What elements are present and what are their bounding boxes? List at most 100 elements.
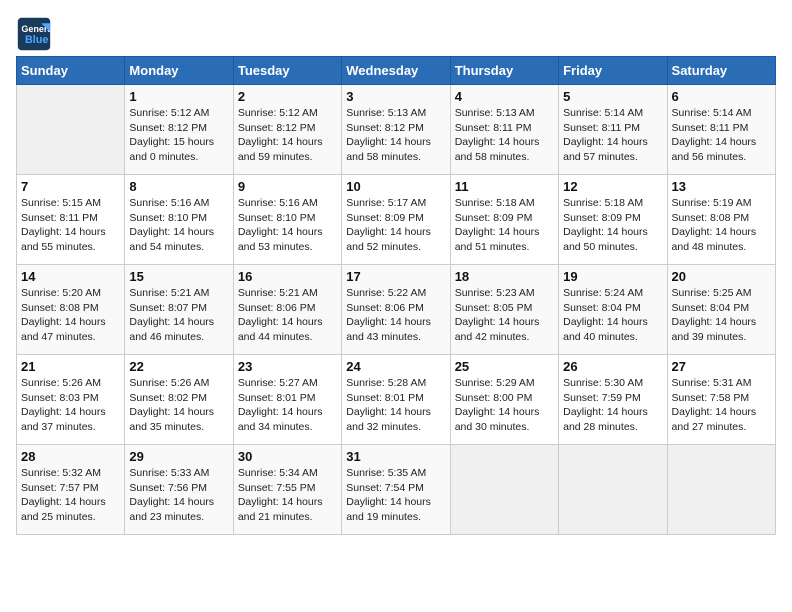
calendar-cell: 26Sunrise: 5:30 AMSunset: 7:59 PMDayligh… — [559, 355, 667, 445]
calendar-cell: 23 Sunrise: 5:27 AMSunset: 8:01 PMDayligh… — [233, 355, 341, 445]
calendar-cell: 9 Sunrise: 5:16 AMSunset: 8:10 PMDaylight… — [233, 175, 341, 265]
calendar-cell: 11 Sunrise: 5:18 AMSunset: 8:09 PMDayligh… — [450, 175, 558, 265]
day-info: Sunrise: 5:18 AMSunset: 8:09 PMDaylight:… — [455, 196, 554, 255]
day-number: 25 — [455, 359, 554, 374]
day-info: Sunrise: 5:12 AMSunset: 8:12 PMDaylight:… — [129, 106, 228, 165]
calendar-cell: 5Sunrise: 5:14 AMSunset: 8:11 PMDaylight… — [559, 85, 667, 175]
col-header-friday: Friday — [559, 57, 667, 85]
col-header-wednesday: Wednesday — [342, 57, 450, 85]
day-number: 13 — [672, 179, 771, 194]
calendar-cell: 18 Sunrise: 5:23 AMSunset: 8:05 PMDayligh… — [450, 265, 558, 355]
day-number: 23 — [238, 359, 337, 374]
calendar-week-3: 21 Sunrise: 5:26 AMSunset: 8:03 PMDayligh… — [17, 355, 776, 445]
calendar-cell: 1 Sunrise: 5:12 AMSunset: 8:12 PMDaylight… — [125, 85, 233, 175]
day-number: 8 — [129, 179, 228, 194]
day-info: Sunrise: 5:29 AMSunset: 8:00 PMDaylight:… — [455, 376, 554, 435]
day-number: 16 — [238, 269, 337, 284]
day-number: 30 — [238, 449, 337, 464]
calendar-cell: 30 Sunrise: 5:34 AMSunset: 7:55 PMDayligh… — [233, 445, 341, 535]
day-info: Sunrise: 5:30 AMSunset: 7:59 PMDaylight:… — [563, 376, 662, 435]
calendar-cell — [559, 445, 667, 535]
calendar-cell — [450, 445, 558, 535]
day-info: Sunrise: 5:23 AMSunset: 8:05 PMDaylight:… — [455, 286, 554, 345]
day-number: 6 — [672, 89, 771, 104]
col-header-sunday: Sunday — [17, 57, 125, 85]
day-info: Sunrise: 5:26 AMSunset: 8:03 PMDaylight:… — [21, 376, 120, 435]
calendar-cell: 13 Sunrise: 5:19 AMSunset: 8:08 PMDayligh… — [667, 175, 775, 265]
day-number: 24 — [346, 359, 445, 374]
calendar-cell: 31 Sunrise: 5:35 AMSunset: 7:54 PMDayligh… — [342, 445, 450, 535]
calendar-cell: 12 Sunrise: 5:18 AMSunset: 8:09 PMDayligh… — [559, 175, 667, 265]
day-number: 19 — [563, 269, 662, 284]
day-number: 17 — [346, 269, 445, 284]
day-info: Sunrise: 5:24 AMSunset: 8:04 PMDaylight:… — [563, 286, 662, 345]
day-info: Sunrise: 5:19 AMSunset: 8:08 PMDaylight:… — [672, 196, 771, 255]
calendar-cell: 19 Sunrise: 5:24 AMSunset: 8:04 PMDayligh… — [559, 265, 667, 355]
day-number: 2 — [238, 89, 337, 104]
day-number: 31 — [346, 449, 445, 464]
calendar-cell: 15 Sunrise: 5:21 AMSunset: 8:07 PMDayligh… — [125, 265, 233, 355]
col-header-tuesday: Tuesday — [233, 57, 341, 85]
calendar-cell — [17, 85, 125, 175]
day-info: Sunrise: 5:33 AMSunset: 7:56 PMDaylight:… — [129, 466, 228, 525]
day-number: 9 — [238, 179, 337, 194]
calendar-cell: 27 Sunrise: 5:31 AMSunset: 7:58 PMDayligh… — [667, 355, 775, 445]
day-number: 7 — [21, 179, 120, 194]
day-number: 28 — [21, 449, 120, 464]
day-number: 3 — [346, 89, 445, 104]
day-info: Sunrise: 5:13 AMSunset: 8:11 PMDaylight:… — [455, 106, 554, 165]
calendar-cell: 8 Sunrise: 5:16 AMSunset: 8:10 PMDaylight… — [125, 175, 233, 265]
day-info: Sunrise: 5:34 AMSunset: 7:55 PMDaylight:… — [238, 466, 337, 525]
calendar-cell: 17Sunrise: 5:22 AMSunset: 8:06 PMDayligh… — [342, 265, 450, 355]
calendar-cell: 22Sunrise: 5:26 AMSunset: 8:02 PMDayligh… — [125, 355, 233, 445]
calendar-table: SundayMondayTuesdayWednesdayThursdayFrid… — [16, 56, 776, 535]
page-header: General Blue — [16, 16, 776, 52]
day-number: 27 — [672, 359, 771, 374]
calendar-week-2: 14 Sunrise: 5:20 AMSunset: 8:08 PMDayligh… — [17, 265, 776, 355]
day-number: 12 — [563, 179, 662, 194]
day-info: Sunrise: 5:28 AMSunset: 8:01 PMDaylight:… — [346, 376, 445, 435]
col-header-monday: Monday — [125, 57, 233, 85]
col-header-saturday: Saturday — [667, 57, 775, 85]
day-info: Sunrise: 5:12 AMSunset: 8:12 PMDaylight:… — [238, 106, 337, 165]
day-info: Sunrise: 5:16 AMSunset: 8:10 PMDaylight:… — [129, 196, 228, 255]
calendar-week-4: 28 Sunrise: 5:32 AMSunset: 7:57 PMDayligh… — [17, 445, 776, 535]
day-number: 4 — [455, 89, 554, 104]
day-info: Sunrise: 5:18 AMSunset: 8:09 PMDaylight:… — [563, 196, 662, 255]
day-info: Sunrise: 5:14 AMSunset: 8:11 PMDaylight:… — [563, 106, 662, 165]
calendar-cell: 29Sunrise: 5:33 AMSunset: 7:56 PMDayligh… — [125, 445, 233, 535]
svg-text:Blue: Blue — [25, 34, 48, 46]
day-info: Sunrise: 5:15 AMSunset: 8:11 PMDaylight:… — [21, 196, 120, 255]
day-info: Sunrise: 5:27 AMSunset: 8:01 PMDaylight:… — [238, 376, 337, 435]
calendar-cell: 21 Sunrise: 5:26 AMSunset: 8:03 PMDayligh… — [17, 355, 125, 445]
calendar-cell: 6Sunrise: 5:14 AMSunset: 8:11 PMDaylight… — [667, 85, 775, 175]
day-info: Sunrise: 5:20 AMSunset: 8:08 PMDaylight:… — [21, 286, 120, 345]
calendar-week-0: 1 Sunrise: 5:12 AMSunset: 8:12 PMDaylight… — [17, 85, 776, 175]
calendar-cell: 16Sunrise: 5:21 AMSunset: 8:06 PMDayligh… — [233, 265, 341, 355]
day-info: Sunrise: 5:13 AMSunset: 8:12 PMDaylight:… — [346, 106, 445, 165]
day-number: 1 — [129, 89, 228, 104]
day-info: Sunrise: 5:16 AMSunset: 8:10 PMDaylight:… — [238, 196, 337, 255]
calendar-header-row: SundayMondayTuesdayWednesdayThursdayFrid… — [17, 57, 776, 85]
calendar-cell: 7 Sunrise: 5:15 AMSunset: 8:11 PMDaylight… — [17, 175, 125, 265]
calendar-cell: 14 Sunrise: 5:20 AMSunset: 8:08 PMDayligh… — [17, 265, 125, 355]
day-number: 22 — [129, 359, 228, 374]
calendar-cell: 4 Sunrise: 5:13 AMSunset: 8:11 PMDaylight… — [450, 85, 558, 175]
calendar-cell — [667, 445, 775, 535]
day-number: 15 — [129, 269, 228, 284]
day-number: 18 — [455, 269, 554, 284]
day-info: Sunrise: 5:32 AMSunset: 7:57 PMDaylight:… — [21, 466, 120, 525]
logo-icon: General Blue — [16, 16, 52, 52]
day-info: Sunrise: 5:21 AMSunset: 8:07 PMDaylight:… — [129, 286, 228, 345]
calendar-cell: 28 Sunrise: 5:32 AMSunset: 7:57 PMDayligh… — [17, 445, 125, 535]
day-info: Sunrise: 5:25 AMSunset: 8:04 PMDaylight:… — [672, 286, 771, 345]
day-number: 11 — [455, 179, 554, 194]
day-number: 10 — [346, 179, 445, 194]
day-info: Sunrise: 5:31 AMSunset: 7:58 PMDaylight:… — [672, 376, 771, 435]
day-number: 14 — [21, 269, 120, 284]
calendar-cell: 25 Sunrise: 5:29 AMSunset: 8:00 PMDayligh… — [450, 355, 558, 445]
day-info: Sunrise: 5:35 AMSunset: 7:54 PMDaylight:… — [346, 466, 445, 525]
calendar-cell: 10Sunrise: 5:17 AMSunset: 8:09 PMDayligh… — [342, 175, 450, 265]
day-number: 21 — [21, 359, 120, 374]
logo: General Blue — [16, 16, 56, 52]
